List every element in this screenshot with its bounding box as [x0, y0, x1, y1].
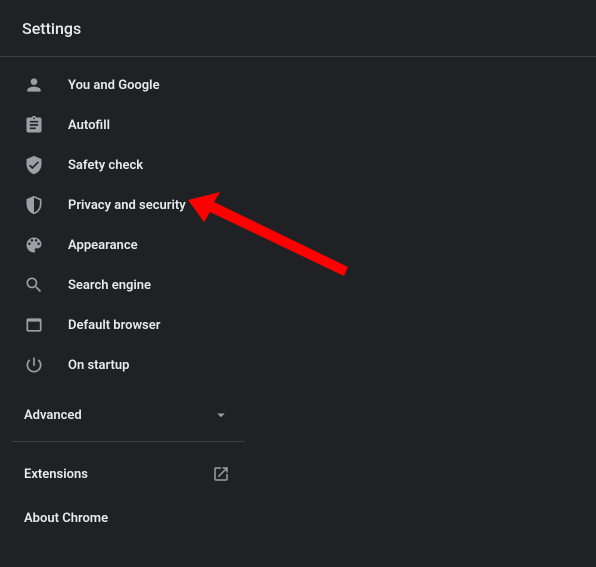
browser-icon	[24, 315, 44, 335]
sidebar-item-appearance[interactable]: Appearance	[0, 225, 256, 265]
sidebar-item-extensions[interactable]: Extensions	[0, 454, 256, 494]
sidebar-item-privacy-security[interactable]: Privacy and security	[0, 185, 256, 225]
chevron-down-icon	[212, 406, 230, 424]
sidebar-divider	[12, 441, 245, 442]
sidebar-item-label: Appearance	[68, 238, 138, 253]
shield-check-icon	[24, 155, 44, 175]
sidebar-item-label: Safety check	[68, 158, 143, 173]
shield-icon	[24, 195, 44, 215]
sidebar-item-on-startup[interactable]: On startup	[0, 345, 256, 385]
sidebar-item-autofill[interactable]: Autofill	[0, 105, 256, 145]
about-label: About Chrome	[24, 511, 108, 526]
sidebar-item-label: Search engine	[68, 278, 151, 293]
sidebar-item-safety-check[interactable]: Safety check	[0, 145, 256, 185]
sidebar-item-search-engine[interactable]: Search engine	[0, 265, 256, 305]
sidebar-item-default-browser[interactable]: Default browser	[0, 305, 256, 345]
sidebar-item-label: Autofill	[68, 118, 110, 133]
extensions-label: Extensions	[24, 467, 88, 482]
sidebar-item-label: You and Google	[68, 78, 160, 93]
person-icon	[24, 75, 44, 95]
sidebar-item-label: Default browser	[68, 318, 160, 333]
sidebar-item-about-chrome[interactable]: About Chrome	[0, 498, 256, 538]
sidebar-item-label: Privacy and security	[68, 198, 186, 213]
page-title: Settings	[22, 19, 81, 38]
advanced-label: Advanced	[24, 408, 82, 423]
power-icon	[24, 355, 44, 375]
settings-header: Settings	[0, 0, 596, 57]
open-in-new-icon	[212, 465, 230, 483]
sidebar-item-label: On startup	[68, 358, 129, 373]
settings-sidebar: You and Google Autofill Safety check Pri…	[0, 57, 256, 538]
sidebar-item-you-and-google[interactable]: You and Google	[0, 65, 256, 105]
palette-icon	[24, 235, 44, 255]
clipboard-icon	[24, 115, 44, 135]
sidebar-advanced-toggle[interactable]: Advanced	[0, 395, 256, 435]
search-icon	[24, 275, 44, 295]
